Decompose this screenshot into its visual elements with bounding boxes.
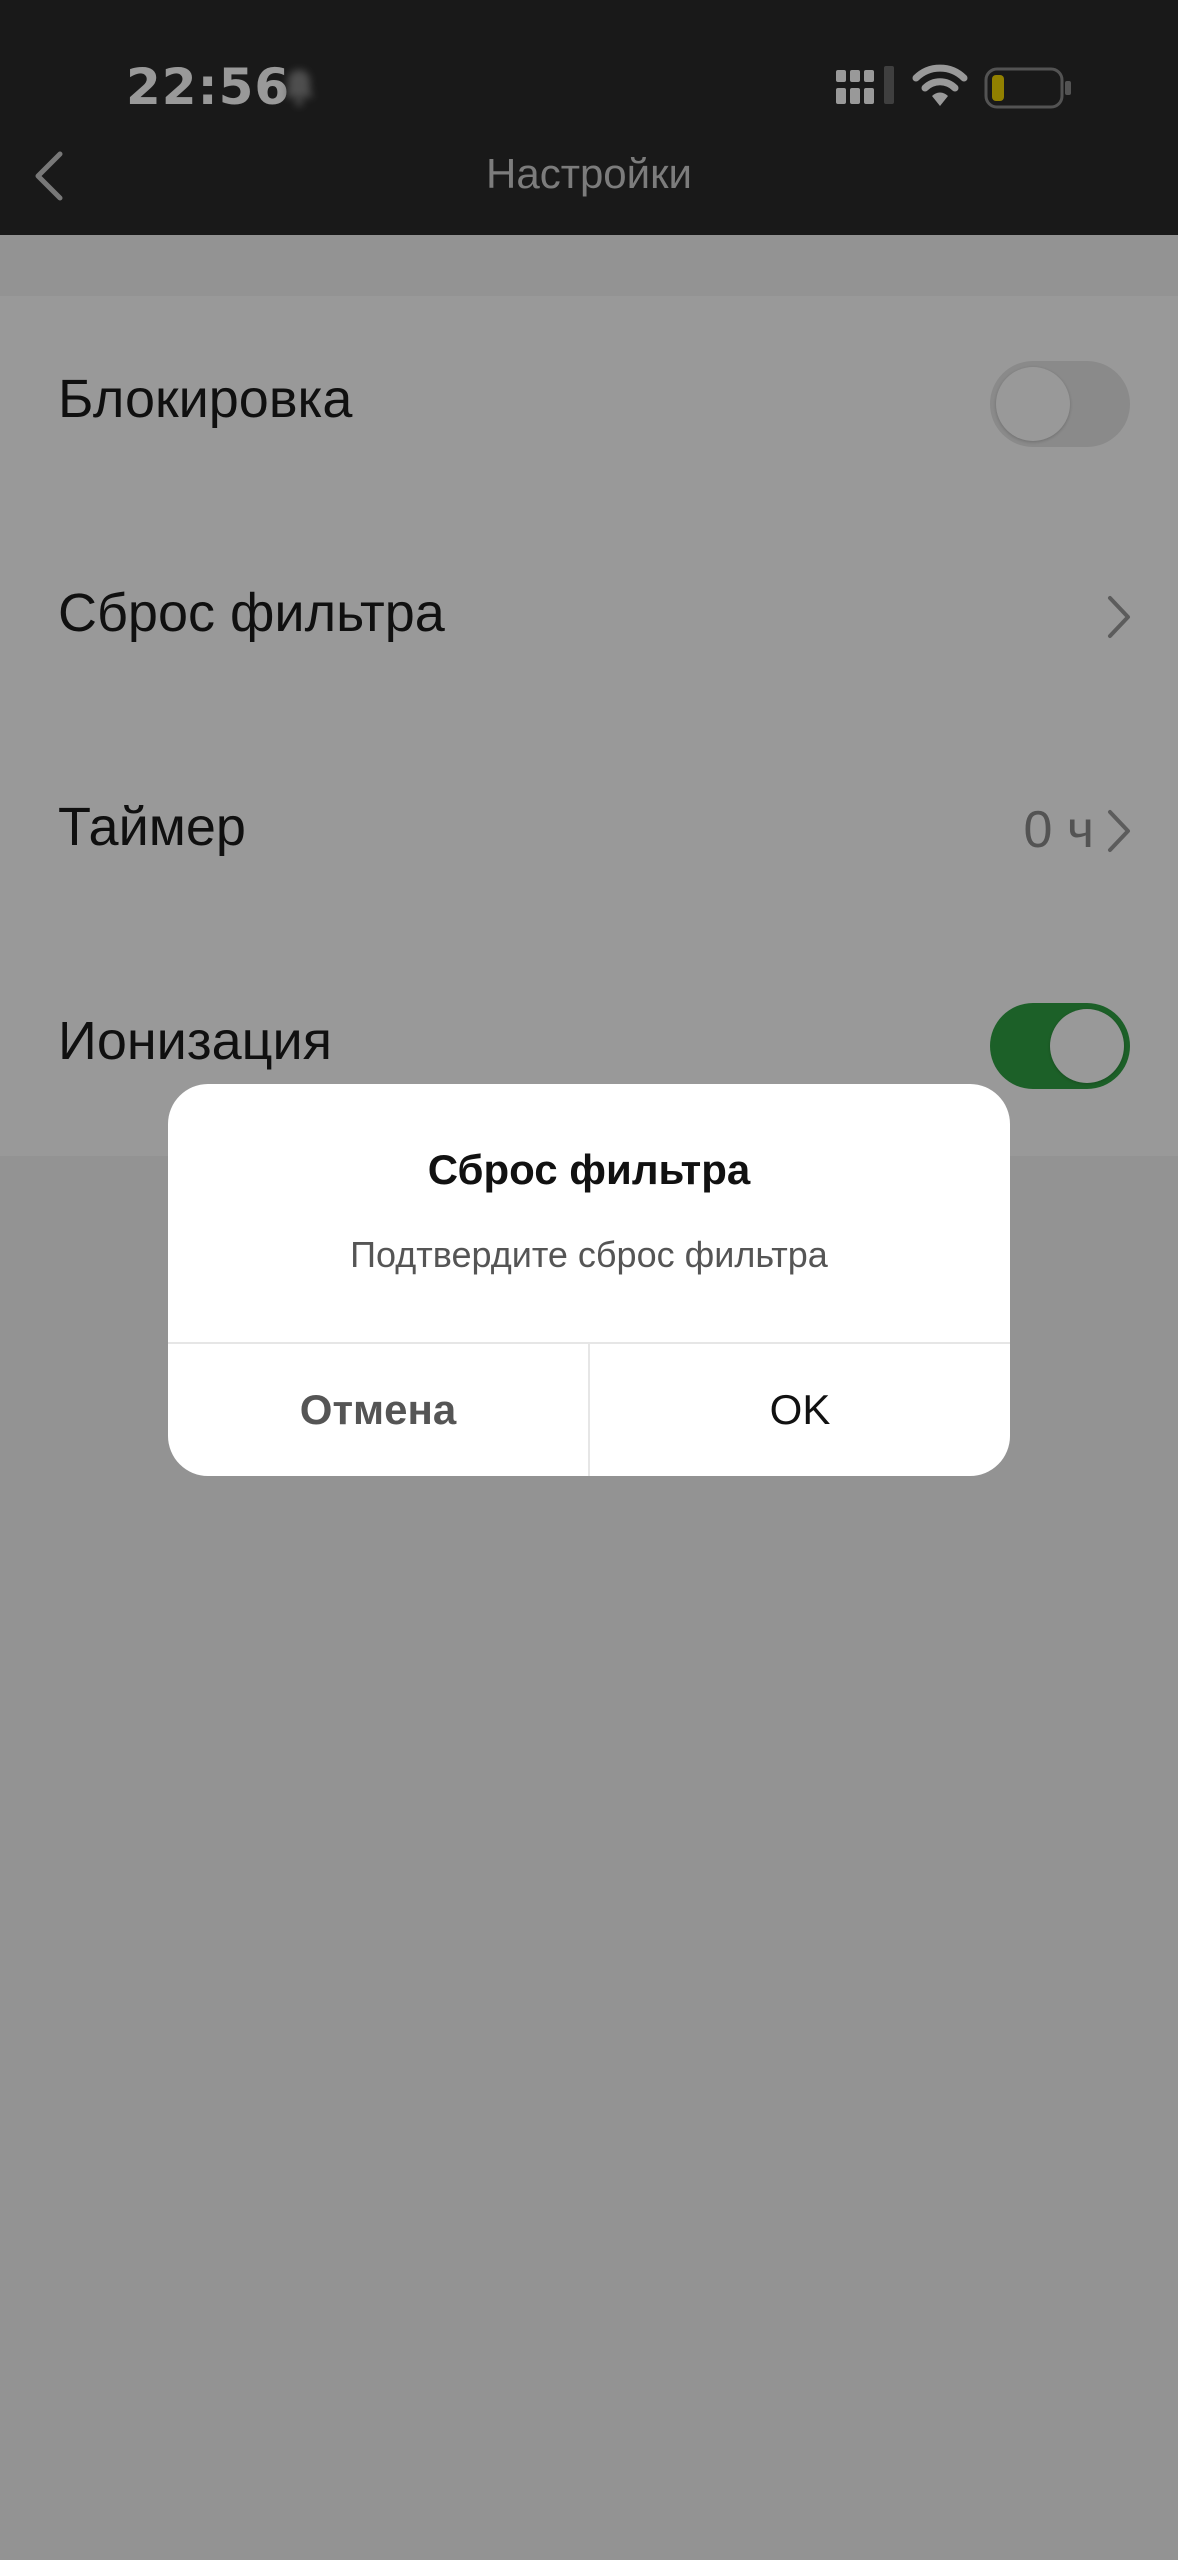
confirm-dialog: Сброс фильтра Подтвердите сброс фильтра … (168, 1084, 1010, 1476)
ok-button[interactable]: OK (590, 1344, 1010, 1476)
dialog-title: Сброс фильтра (427, 1146, 751, 1193)
cancel-button[interactable]: Отмена (168, 1344, 588, 1476)
dialog-message: Подтвердите сброс фильтра (350, 1234, 828, 1275)
screen: 22:56 Настройки Блокировка Сброс фильтра… (0, 0, 1178, 2560)
